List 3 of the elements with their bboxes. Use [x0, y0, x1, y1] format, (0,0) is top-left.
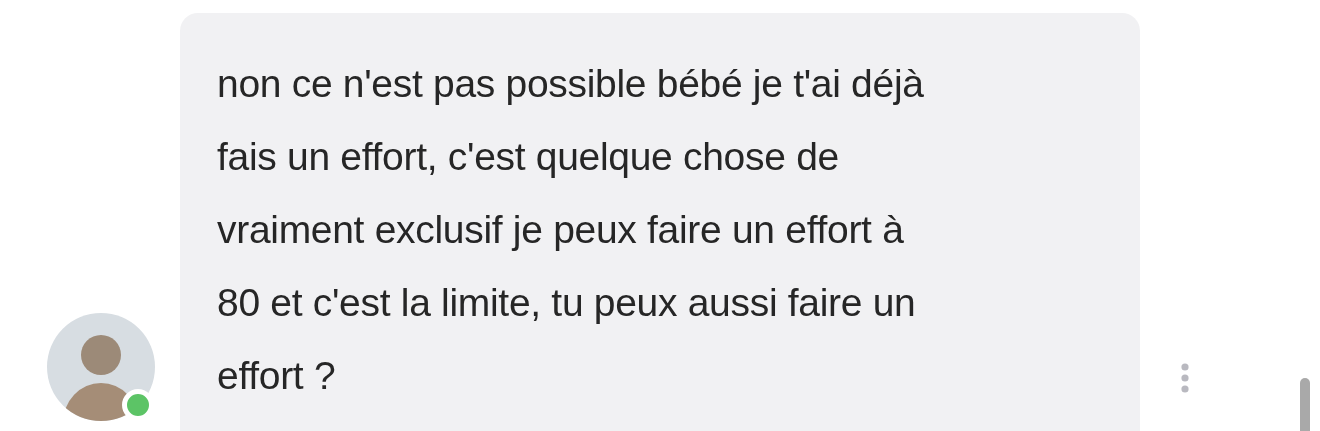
more-options-icon[interactable] — [1180, 363, 1190, 393]
message-text: non ce n'est pas possible bébé je t'ai déjà fais un effort, c'est quelque chose de vraiment exclusif je peux faire un effort à 80 et c'est la limite, tu peux aussi faire un effort ? — [217, 61, 924, 399]
scrollbar[interactable] — [1300, 378, 1310, 431]
